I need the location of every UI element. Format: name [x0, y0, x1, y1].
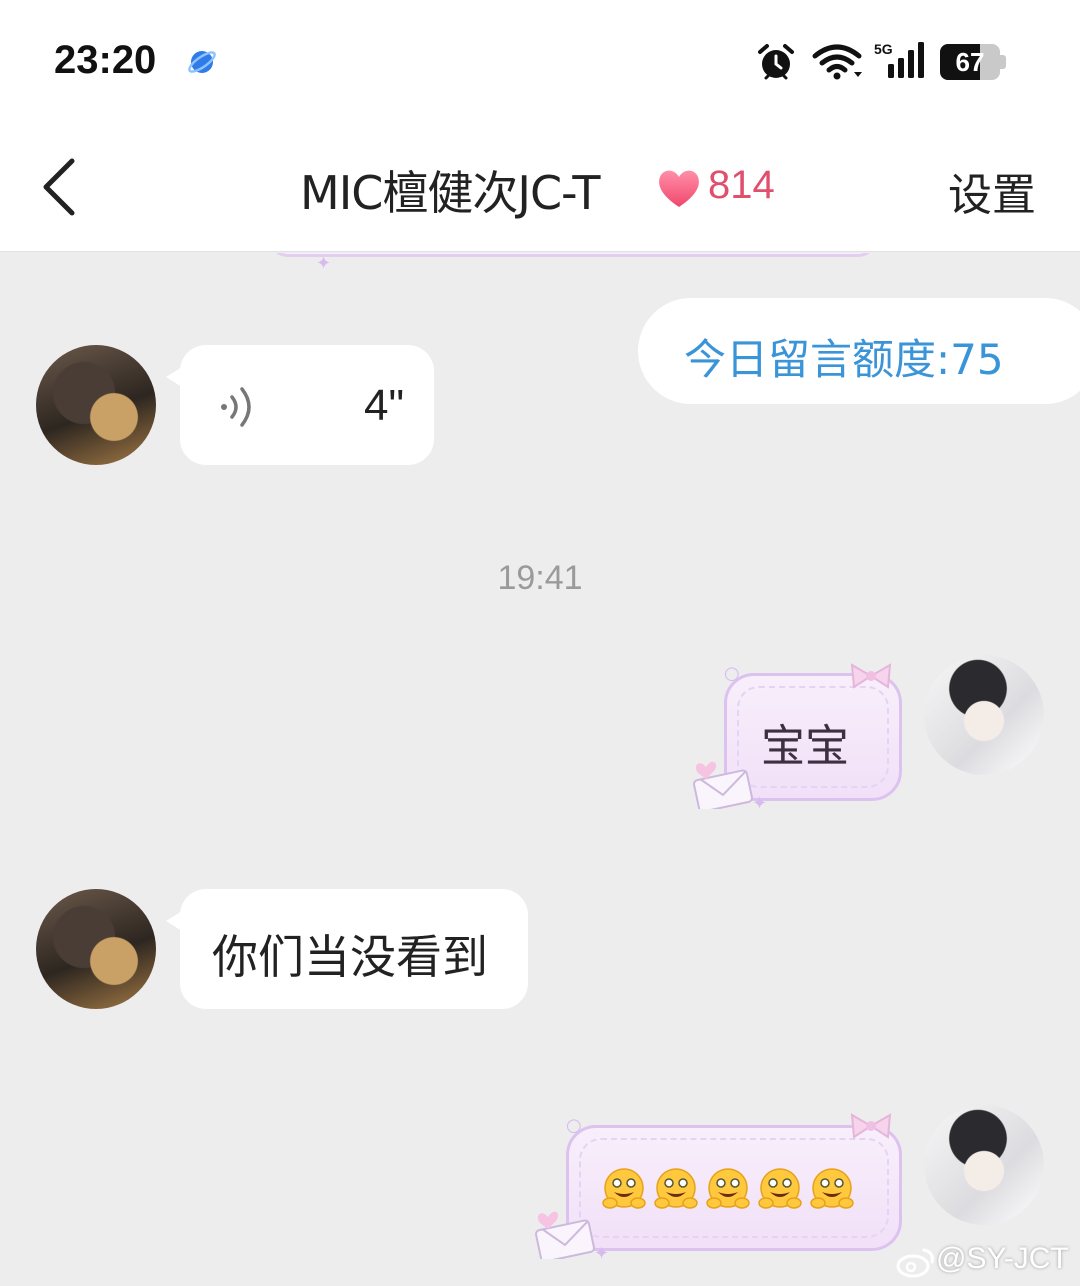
received-message-text: 你们当没看到 — [212, 930, 488, 984]
circle-deco-icon: ○ — [566, 1115, 582, 1136]
message-quota-text: 今日留言额度:75 — [684, 335, 1004, 384]
alarm-icon — [758, 44, 794, 80]
envelope-icon — [535, 1211, 595, 1259]
voice-duration: 4" — [364, 381, 405, 430]
sparkle-icon: ✦ — [752, 793, 768, 814]
watermark: @SY-JCT — [936, 1242, 1069, 1275]
voice-wave-icon — [221, 387, 251, 427]
sent-message-text: 宝宝 — [761, 721, 849, 772]
cellular-signal-icon: 5G — [874, 41, 924, 78]
message-timestamp: 19:41 — [497, 559, 583, 597]
chat-title: MIC檀健次JC-T — [300, 166, 601, 220]
battery-level: 67 — [955, 47, 985, 77]
heart-icon — [659, 170, 699, 207]
emoji-row — [601, 1166, 855, 1212]
sparkle-icon: ✦ — [594, 1243, 610, 1264]
hugging-face-emoji-icon — [654, 1168, 698, 1209]
status-bar: 23:20 5G 67 — [0, 0, 1080, 125]
my-avatar[interactable] — [924, 1105, 1044, 1225]
chat-header: MIC檀健次JC-T 814 设置 — [0, 125, 1080, 252]
sparkle-icon: ✦ — [316, 253, 332, 274]
bow-icon — [850, 663, 892, 689]
message-quota-pill: 今日留言额度:75 — [638, 298, 1080, 404]
settings-button[interactable]: 设置 — [948, 159, 1036, 223]
voice-message-bubble[interactable]: 4" — [166, 345, 434, 465]
circle-deco-icon: ○ — [724, 663, 740, 684]
back-arrow-icon[interactable] — [38, 155, 82, 219]
hugging-face-emoji-icon — [810, 1168, 854, 1209]
hugging-face-emoji-icon — [758, 1168, 802, 1209]
previous-message-bubble-edge — [268, 253, 878, 257]
sent-emoji-bubble[interactable] — [566, 1125, 902, 1251]
status-time: 23:20 — [54, 38, 157, 82]
wifi-icon — [812, 44, 862, 80]
hugging-face-emoji-icon — [706, 1168, 750, 1209]
planet-app-icon — [188, 51, 216, 73]
bow-icon — [850, 1113, 892, 1139]
my-avatar[interactable] — [924, 655, 1044, 775]
weibo-logo-icon — [896, 1248, 934, 1278]
hugging-face-emoji-icon — [602, 1168, 646, 1209]
battery-indicator: 67 — [940, 44, 1006, 80]
chat-message-list[interactable]: ✦ 今日留言额度:75 4" 19:41 宝宝 ○ ✦ 你们当没看到 ○ ✦ — [0, 253, 1080, 1286]
svg-text:5G: 5G — [874, 41, 893, 57]
received-message-bubble[interactable]: 你们当没看到 — [166, 889, 528, 1009]
contact-avatar[interactable] — [36, 889, 156, 1009]
contact-avatar[interactable] — [36, 345, 156, 465]
intimacy-count: 814 — [708, 163, 775, 207]
envelope-icon — [693, 761, 753, 809]
